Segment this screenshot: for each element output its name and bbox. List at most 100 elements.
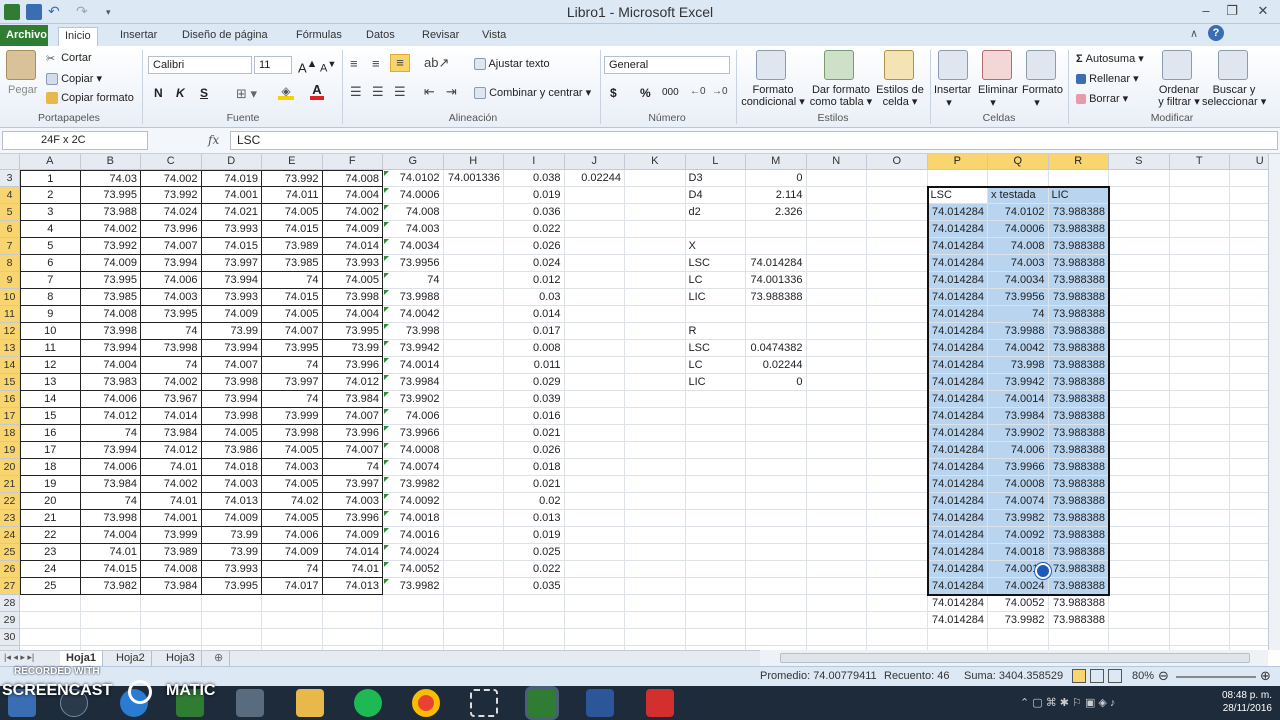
empty-cell[interactable] — [1109, 629, 1170, 646]
cell[interactable]: 73.985 — [80, 289, 141, 306]
cell[interactable]: 74.009 — [201, 510, 262, 527]
cell[interactable]: 73.996 — [322, 510, 383, 527]
empty-cell[interactable] — [806, 289, 867, 306]
cell[interactable]: 0.02244 — [564, 170, 625, 187]
cell[interactable]: 74.003 — [141, 289, 202, 306]
tab-datos[interactable]: Datos — [360, 27, 401, 46]
cell[interactable]: 74.004 — [80, 357, 141, 374]
cell[interactable]: 73.992 — [262, 170, 323, 187]
cell[interactable]: 18 — [20, 459, 81, 476]
cell[interactable]: 74.018 — [201, 459, 262, 476]
empty-cell[interactable] — [625, 510, 686, 527]
cell[interactable]: 73.9956 — [383, 255, 444, 272]
empty-cell[interactable] — [564, 340, 625, 357]
row-header-12[interactable]: 12 — [0, 323, 20, 340]
merge-center-button[interactable]: Combinar y centrar ▾ — [474, 86, 591, 100]
empty-cell[interactable] — [1109, 425, 1170, 442]
empty-cell[interactable] — [625, 544, 686, 561]
empty-cell[interactable] — [201, 612, 262, 629]
empty-cell[interactable] — [1109, 272, 1170, 289]
row-header-6[interactable]: 6 — [0, 221, 20, 238]
empty-cell[interactable] — [443, 357, 504, 374]
empty-cell[interactable] — [1048, 170, 1109, 187]
empty-cell[interactable] — [564, 442, 625, 459]
empty-cell[interactable] — [564, 255, 625, 272]
empty-cell[interactable] — [443, 425, 504, 442]
cell[interactable]: 74.0014 — [383, 357, 444, 374]
empty-cell[interactable] — [564, 595, 625, 612]
word-icon[interactable] — [586, 689, 614, 717]
cell[interactable]: 73.988388 — [1048, 476, 1109, 493]
cell[interactable]: 73.989 — [262, 238, 323, 255]
cell[interactable]: 0.022 — [504, 221, 565, 238]
cell[interactable]: 74.006 — [383, 408, 444, 425]
cell[interactable] — [685, 306, 746, 323]
empty-cell[interactable] — [1230, 391, 1268, 408]
cell[interactable]: 73.984 — [80, 476, 141, 493]
cell[interactable] — [746, 306, 807, 323]
cell[interactable]: D3 — [685, 170, 746, 187]
percent-button[interactable]: % — [640, 86, 651, 100]
wrap-text-button[interactable]: Ajustar texto — [474, 58, 550, 71]
empty-cell[interactable] — [1109, 493, 1170, 510]
empty-cell[interactable] — [806, 612, 867, 629]
cell[interactable]: X — [685, 238, 746, 255]
copy-button[interactable]: Copiar ▾ — [46, 72, 102, 86]
format-cells-button[interactable]: Formato ▾ — [1022, 84, 1063, 109]
grow-font-icon[interactable]: A▲ — [298, 58, 317, 75]
cell[interactable]: 73.996 — [141, 221, 202, 238]
zoom-in-icon[interactable]: ⊕ — [1260, 668, 1271, 684]
empty-cell[interactable] — [1169, 493, 1230, 510]
paste-icon[interactable] — [6, 50, 36, 80]
cell[interactable]: 74.0042 — [988, 340, 1049, 357]
cell[interactable]: 74.009 — [322, 221, 383, 238]
empty-cell[interactable] — [625, 255, 686, 272]
error-indicator-icon[interactable] — [384, 443, 389, 448]
empty-cell[interactable] — [1230, 238, 1268, 255]
cell[interactable]: 74.01 — [141, 493, 202, 510]
empty-cell[interactable] — [625, 221, 686, 238]
row-header-26[interactable]: 26 — [0, 561, 20, 578]
empty-cell[interactable] — [685, 612, 746, 629]
view-page-layout-icon[interactable] — [1090, 669, 1104, 683]
empty-cell[interactable] — [564, 510, 625, 527]
empty-cell[interactable] — [1109, 323, 1170, 340]
cell[interactable]: 0.019 — [504, 527, 565, 544]
cell[interactable]: 0.018 — [504, 459, 565, 476]
align-top-icon[interactable]: ≡ — [350, 56, 358, 71]
font-size-select[interactable]: 11 — [254, 56, 292, 74]
cell[interactable]: 74.005 — [262, 442, 323, 459]
cell[interactable]: 74.008 — [988, 238, 1049, 255]
cell[interactable]: 74.019 — [201, 170, 262, 187]
column-header-e[interactable]: E — [262, 154, 323, 170]
cell[interactable]: 73.996 — [322, 425, 383, 442]
empty-cell[interactable] — [564, 306, 625, 323]
cell[interactable]: 73.9982 — [988, 612, 1049, 629]
empty-cell[interactable] — [322, 629, 383, 646]
empty-cell[interactable] — [1230, 595, 1268, 612]
empty-cell[interactable] — [564, 459, 625, 476]
cell[interactable]: 12 — [20, 357, 81, 374]
cell[interactable]: 73.989 — [141, 544, 202, 561]
empty-cell[interactable] — [746, 408, 807, 425]
cell[interactable]: 74.012 — [322, 374, 383, 391]
cell[interactable]: 74.012 — [141, 442, 202, 459]
empty-cell[interactable] — [927, 170, 988, 187]
zoom-level[interactable]: 80% — [1132, 670, 1154, 682]
empty-cell[interactable] — [262, 629, 323, 646]
cell[interactable]: 74.009 — [322, 527, 383, 544]
cell[interactable]: 74.007 — [141, 238, 202, 255]
cell[interactable]: 73.994 — [201, 340, 262, 357]
empty-cell[interactable] — [625, 459, 686, 476]
empty-cell[interactable] — [806, 408, 867, 425]
empty-cell[interactable] — [443, 238, 504, 255]
cell[interactable]: 74.006 — [80, 459, 141, 476]
error-indicator-icon[interactable] — [384, 477, 389, 482]
cell[interactable]: 16 — [20, 425, 81, 442]
empty-cell[interactable] — [443, 408, 504, 425]
cell[interactable]: 0 — [746, 374, 807, 391]
empty-cell[interactable] — [1169, 459, 1230, 476]
cell[interactable]: 73.988388 — [1048, 374, 1109, 391]
cell[interactable]: 74.015 — [262, 221, 323, 238]
cell[interactable]: 73.988388 — [1048, 442, 1109, 459]
